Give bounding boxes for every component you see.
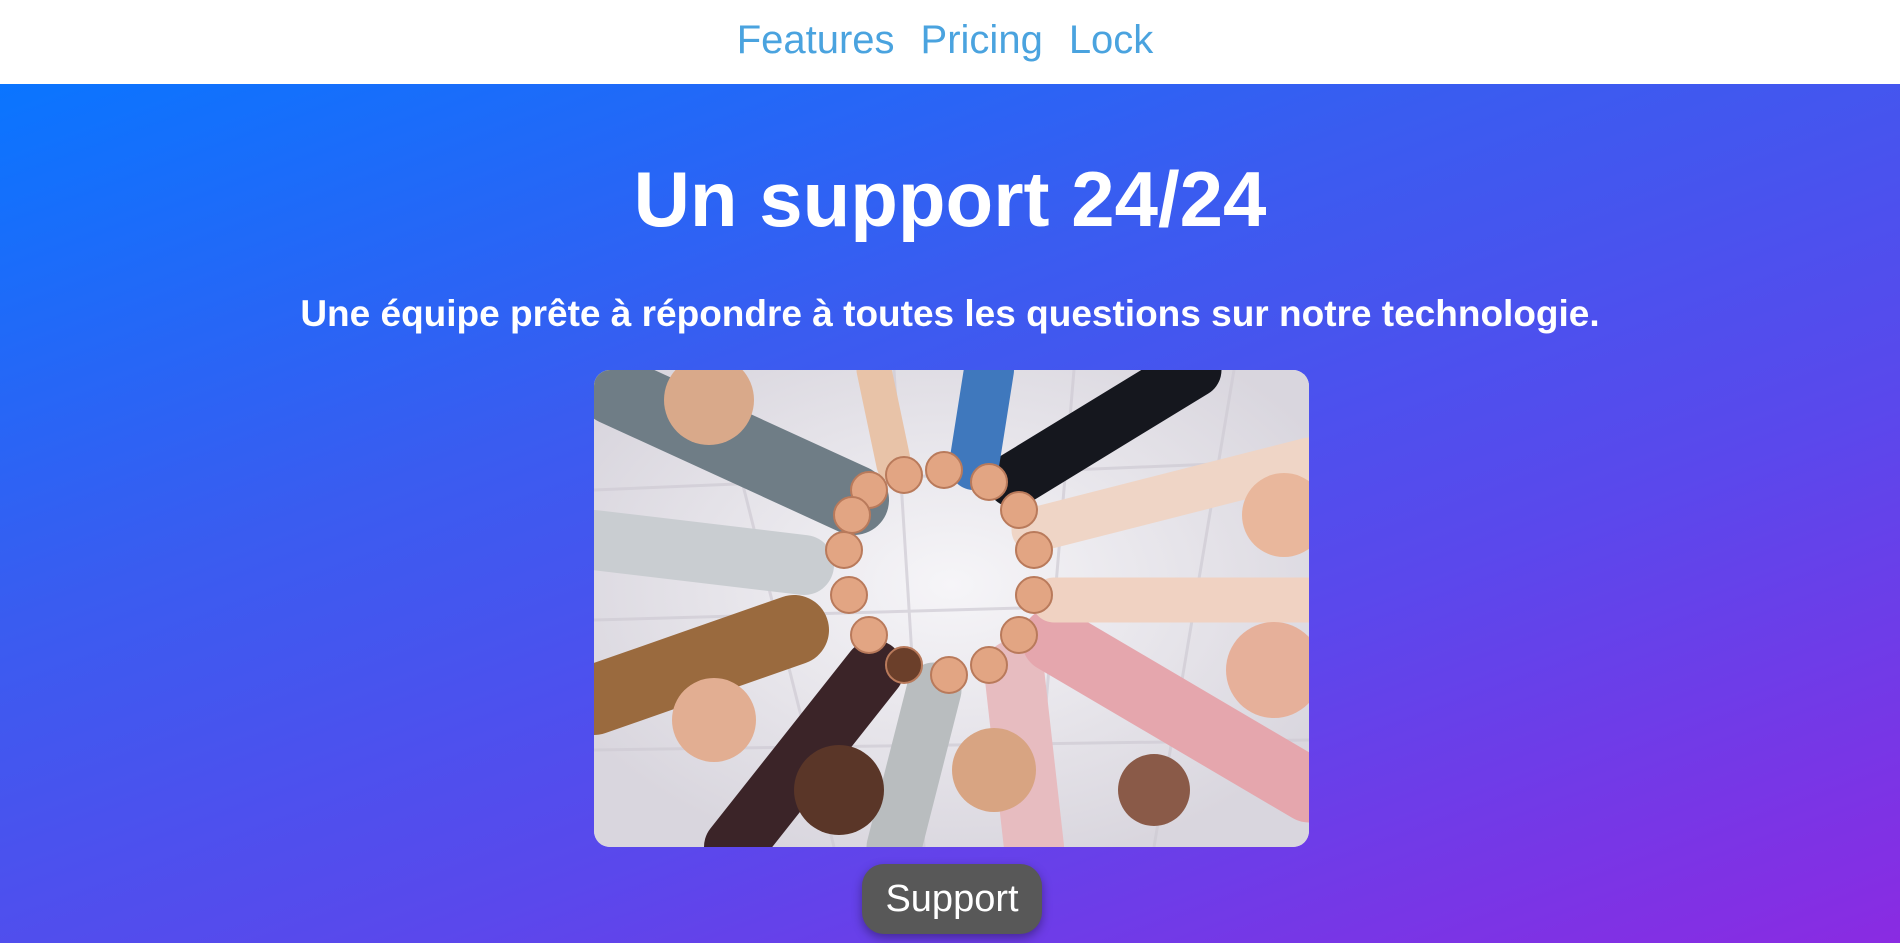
- nav-links: Features Pricing Lock: [737, 18, 1154, 63]
- nav-link-features[interactable]: Features: [737, 18, 895, 63]
- hero-section: Un support 24/24 Une équipe prête à répo…: [0, 84, 1900, 943]
- support-button[interactable]: Support: [862, 864, 1042, 934]
- team-hands-photo: [594, 370, 1309, 847]
- nav-link-lock[interactable]: Lock: [1069, 18, 1154, 63]
- nav-link-pricing[interactable]: Pricing: [921, 18, 1043, 63]
- hero-subtitle: Une équipe prête à répondre à toutes les…: [300, 293, 1600, 334]
- top-navigation: Features Pricing Lock: [0, 0, 1900, 84]
- hero-title: Un support 24/24: [633, 155, 1267, 243]
